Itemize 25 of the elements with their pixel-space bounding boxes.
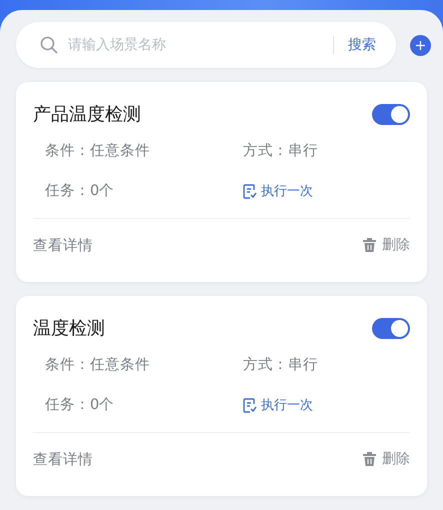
toggle-switch[interactable] bbox=[372, 104, 410, 124]
add-button[interactable] bbox=[410, 34, 431, 56]
document-icon bbox=[243, 398, 257, 412]
plus-icon bbox=[416, 40, 425, 50]
search-field[interactable]: 请输入场景名称 搜索 bbox=[16, 22, 396, 68]
toggle-switch[interactable] bbox=[372, 318, 410, 338]
search-button[interactable]: 搜索 bbox=[348, 36, 376, 54]
details-link[interactable]: 查看详情 bbox=[33, 236, 93, 254]
mode-text: 方式：串行 bbox=[243, 142, 319, 161]
run-once-button[interactable]: 执行一次 bbox=[243, 394, 410, 416]
scene-title: 温度检测 bbox=[33, 317, 105, 340]
scene-title: 产品温度检测 bbox=[33, 103, 141, 126]
trash-icon bbox=[363, 452, 376, 466]
mode-text: 方式：串行 bbox=[243, 356, 319, 375]
document-icon bbox=[243, 184, 257, 198]
tasks-text: 任务：0个 bbox=[45, 182, 116, 201]
search-icon bbox=[40, 36, 58, 54]
delete-button[interactable]: 删除 bbox=[363, 236, 410, 254]
delete-button[interactable]: 删除 bbox=[363, 450, 410, 468]
run-once-button[interactable]: 执行一次 bbox=[243, 180, 410, 202]
condition-text: 条件：任意条件 bbox=[45, 356, 151, 375]
trash-icon bbox=[363, 238, 376, 252]
condition-text: 条件：任意条件 bbox=[45, 142, 151, 161]
tasks-text: 任务：0个 bbox=[45, 396, 116, 415]
details-link[interactable]: 查看详情 bbox=[33, 450, 93, 468]
